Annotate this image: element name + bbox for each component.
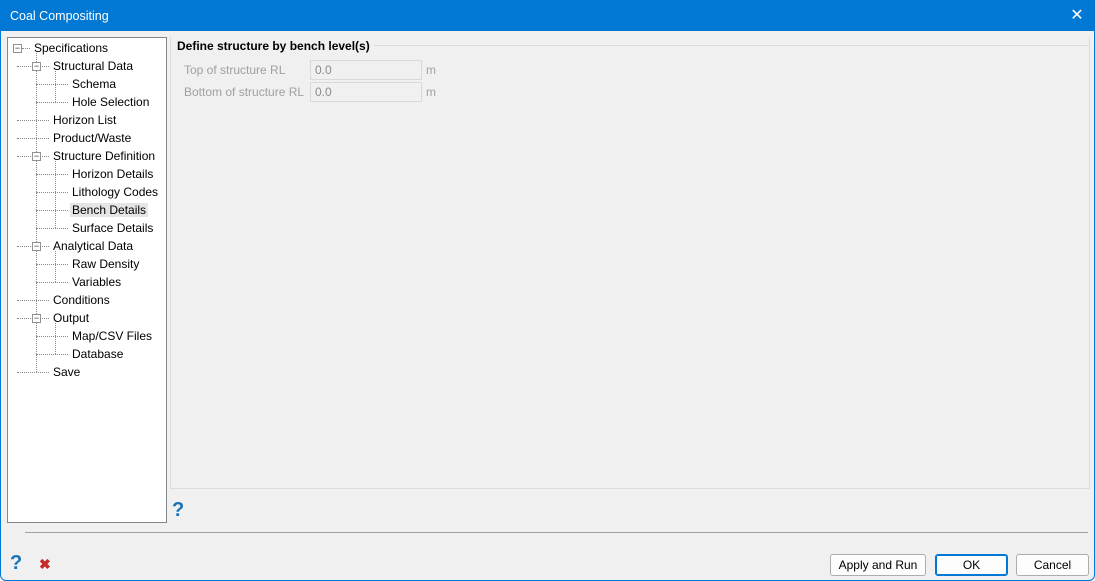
tree-item-label: Horizon Details [72, 167, 154, 181]
navigation-tree[interactable]: − Specifications − Structural Data Schema Hol… [7, 37, 167, 523]
tree-connector [55, 323, 56, 354]
tree-item[interactable]: Specifications [32, 39, 110, 57]
tree-connector [36, 228, 68, 229]
panel-help-icon[interactable]: ? [172, 499, 184, 522]
tree-item[interactable]: Conditions [51, 291, 112, 309]
cancel-icon[interactable]: ✖ [39, 556, 51, 573]
bottom-rl-unit: m [426, 85, 436, 99]
ok-button[interactable]: OK [935, 554, 1008, 576]
tree-item[interactable]: Surface Details [70, 219, 155, 237]
tree-item[interactable]: Save [51, 363, 82, 381]
tree-item[interactable]: Variables [70, 273, 123, 291]
tree-item[interactable]: Raw Density [70, 255, 141, 273]
tree-connector [17, 138, 49, 139]
tree-connector [22, 48, 30, 49]
collapse-icon: − [13, 43, 22, 53]
tree-connector [36, 53, 37, 372]
tree-item-label: Hole Selection [72, 95, 150, 109]
tree-item-label: Schema [72, 77, 117, 91]
tree-connector [36, 174, 68, 175]
tree-item-label: Surface Details [72, 221, 154, 235]
collapse-icon: − [32, 151, 41, 161]
collapse-icon: − [32, 313, 41, 323]
tree-connector [36, 354, 68, 355]
top-rl-label: Top of structure RL [184, 63, 286, 77]
apply-and-run-button[interactable]: Apply and Run [830, 554, 926, 576]
tree-connector [36, 336, 68, 337]
tree-connector [36, 264, 68, 265]
tree-item[interactable]: Structural Data [51, 57, 135, 75]
bottom-rl-input[interactable]: 0.0 [310, 82, 422, 102]
tree-item[interactable]: Lithology Codes [70, 183, 160, 201]
tree-item-label: Structure Definition [53, 149, 156, 163]
tree-item[interactable]: Output [51, 309, 91, 327]
cancel-button[interactable]: Cancel [1016, 554, 1089, 576]
top-rl-input[interactable]: 0.0 [310, 60, 422, 80]
tree-item-label: Bench Details [70, 203, 149, 217]
tree-connector [55, 161, 56, 228]
tree-item[interactable]: Database [70, 345, 125, 363]
help-icon[interactable]: ? [10, 552, 22, 575]
tree-connector [55, 71, 56, 102]
footer-divider [25, 532, 1088, 533]
tree-connector [17, 300, 49, 301]
tree-item-label: Product/Waste [53, 131, 132, 145]
tree-item-label: Variables [72, 275, 122, 289]
tree-item-label: Raw Density [72, 257, 140, 271]
tree-connector [55, 251, 56, 282]
tree-connector [36, 282, 68, 283]
tree-item-label: Output [53, 311, 90, 325]
tree-connector [17, 120, 49, 121]
tree-connector [36, 192, 68, 193]
tree-item[interactable]: Map/CSV Files [70, 327, 154, 345]
tree-item[interactable]: Bench Details [70, 201, 149, 219]
tree-item-label: Lithology Codes [72, 185, 159, 199]
dialog-window: Coal Compositing ✕ − Specifications − Struc… [0, 0, 1095, 581]
tree-item[interactable]: Analytical Data [51, 237, 135, 255]
tree-item-label: Save [53, 365, 81, 379]
tree-item-label: Map/CSV Files [72, 329, 153, 343]
tree-item[interactable]: Horizon Details [70, 165, 155, 183]
collapse-icon: − [32, 61, 41, 71]
bottom-rl-label: Bottom of structure RL [184, 85, 305, 99]
tree-item-label: Conditions [53, 293, 110, 307]
tree-item-label: Analytical Data [53, 239, 134, 253]
group-title: Define structure by bench level(s) [177, 39, 374, 53]
content-panel [170, 37, 1090, 489]
tree-item[interactable]: Hole Selection [70, 93, 151, 111]
collapse-icon: − [32, 241, 41, 251]
tree-connector [36, 102, 68, 103]
tree-item[interactable]: Schema [70, 75, 118, 93]
tree-item[interactable]: Structure Definition [51, 147, 157, 165]
title-bar: Coal Compositing ✕ [1, 1, 1094, 31]
close-icon[interactable]: ✕ [1068, 7, 1086, 25]
top-rl-unit: m [426, 63, 436, 77]
tree-connector [36, 210, 68, 211]
window-title: Coal Compositing [10, 9, 109, 23]
tree-connector [36, 84, 68, 85]
tree-item-label: Database [72, 347, 124, 361]
tree-item[interactable]: Horizon List [51, 111, 118, 129]
tree-item-label: Structural Data [53, 59, 134, 73]
tree-item-label: Specifications [34, 41, 109, 55]
tree-item[interactable]: Product/Waste [51, 129, 133, 147]
tree-connector [17, 372, 49, 373]
tree-item-label: Horizon List [53, 113, 117, 127]
